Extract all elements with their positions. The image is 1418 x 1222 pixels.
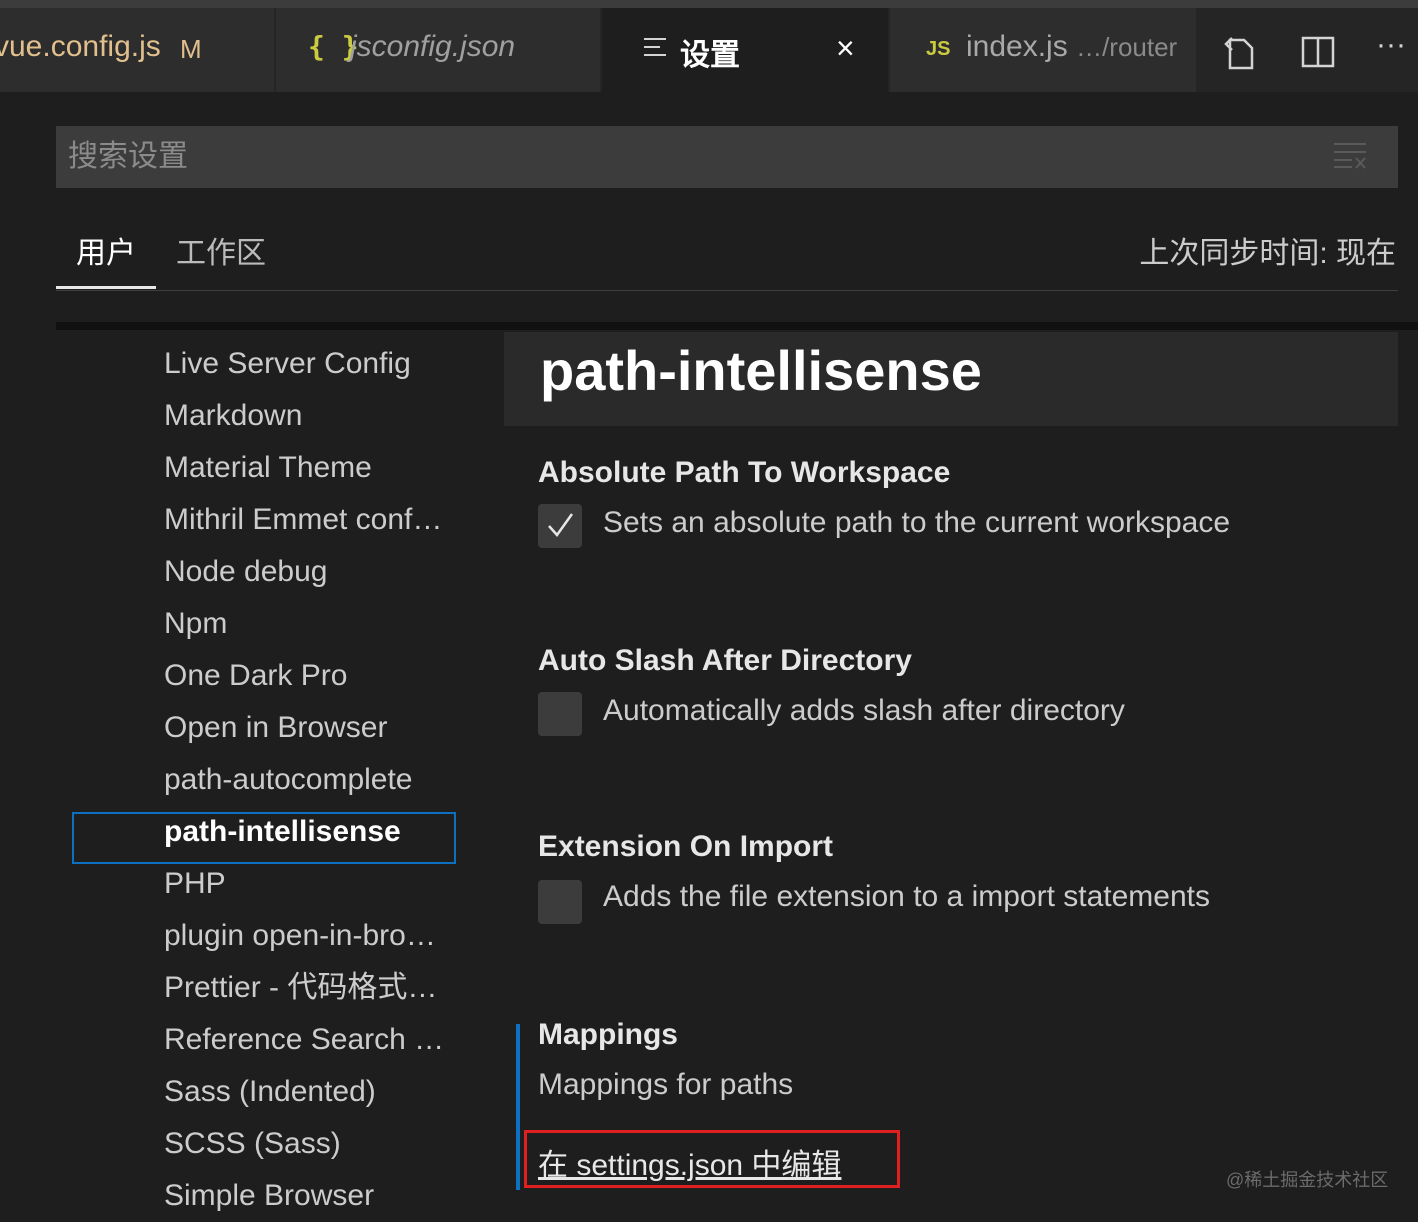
- setting-title: Absolute Path To Workspace: [538, 456, 951, 489]
- title-strip: [0, 0, 1418, 8]
- more-actions-icon[interactable]: ···: [1376, 28, 1406, 62]
- setting-checkbox[interactable]: [538, 880, 582, 924]
- toc-item[interactable]: Simple Browser: [164, 1170, 464, 1222]
- close-icon[interactable]: ×: [836, 30, 855, 67]
- editor-tab-bar: vue.config.js M { } jsconfig.json 设置 × J…: [0, 8, 1418, 92]
- toc-item[interactable]: plugin open-in-bro…: [164, 910, 464, 962]
- tab-label: 设置: [680, 39, 740, 72]
- tab-index-js[interactable]: JS index.js …/router: [890, 8, 1196, 92]
- search-box: [56, 126, 1398, 188]
- scope-divider: [56, 290, 1398, 291]
- setting-description: Automatically adds slash after directory: [603, 694, 1125, 727]
- toc-item[interactable]: Open in Browser: [164, 702, 464, 754]
- clear-filter-icon[interactable]: [1332, 140, 1368, 170]
- toc-item[interactable]: Markdown: [164, 390, 464, 442]
- tab-user-scope[interactable]: 用户: [76, 228, 136, 272]
- checkmark-icon: [548, 513, 574, 538]
- settings-toc: Live Server Config Markdown Material Theme…: [164, 338, 464, 1222]
- toc-item[interactable]: Material Theme: [164, 442, 464, 494]
- tab-workspace-scope[interactable]: 工作区: [176, 228, 266, 272]
- tab-path: …/router: [1076, 32, 1178, 62]
- split-editor-icon[interactable]: [1300, 34, 1336, 75]
- setting-title: Extension On Import: [538, 830, 834, 863]
- tab-jsconfig[interactable]: { } jsconfig.json: [276, 8, 600, 92]
- toc-item[interactable]: Sass (Indented): [164, 1066, 464, 1118]
- toc-selection-outline: [72, 812, 456, 864]
- toc-item[interactable]: One Dark Pro: [164, 650, 464, 702]
- focused-setting-indicator: [516, 1024, 520, 1190]
- setting-title: Mappings: [538, 1018, 678, 1051]
- setting-description: Mappings for paths: [538, 1068, 794, 1101]
- toc-item[interactable]: Npm: [164, 598, 464, 650]
- tab-vue-config[interactable]: vue.config.js M: [0, 8, 274, 92]
- setting-description: Sets an absolute path to the current wor…: [603, 506, 1231, 539]
- modified-badge: M: [180, 34, 202, 64]
- tab-label: vue.config.js: [0, 30, 161, 63]
- tab-label: jsconfig.json: [350, 30, 516, 63]
- toc-item[interactable]: PHP: [164, 858, 464, 910]
- header-shadow: [56, 322, 1418, 330]
- toc-item[interactable]: Node debug: [164, 546, 464, 598]
- toc-item[interactable]: SCSS (Sass): [164, 1118, 464, 1170]
- highlight-box: [524, 1130, 900, 1188]
- toc-item[interactable]: path-autocomplete: [164, 754, 464, 806]
- settings-list-icon: [644, 38, 666, 60]
- group-header: path-intellisense: [504, 332, 1398, 426]
- js-file-icon: JS: [926, 38, 951, 60]
- setting-checkbox[interactable]: [538, 692, 582, 736]
- setting-description: Adds the file extension to a import stat…: [603, 880, 1210, 913]
- watermark: @稀土掘金技术社区: [1226, 1170, 1389, 1190]
- active-scope-indicator: [56, 286, 156, 289]
- toc-item[interactable]: Mithril Emmet conf…: [164, 494, 464, 546]
- search-input[interactable]: [68, 136, 1268, 178]
- tab-settings[interactable]: 设置 ×: [602, 8, 888, 92]
- sync-status: 上次同步时间: 现在: [1139, 237, 1396, 270]
- tab-filename: index.js: [966, 30, 1068, 63]
- open-settings-json-icon[interactable]: [1222, 34, 1260, 77]
- group-title: path-intellisense: [540, 339, 982, 402]
- setting-checkbox[interactable]: [538, 504, 582, 548]
- setting-title: Auto Slash After Directory: [538, 644, 912, 677]
- toc-item[interactable]: Prettier - 代码格式…: [164, 962, 464, 1014]
- toc-item[interactable]: Live Server Config: [164, 338, 464, 390]
- toc-item[interactable]: Reference Search …: [164, 1014, 464, 1066]
- tab-label: index.js …/router: [966, 30, 1177, 64]
